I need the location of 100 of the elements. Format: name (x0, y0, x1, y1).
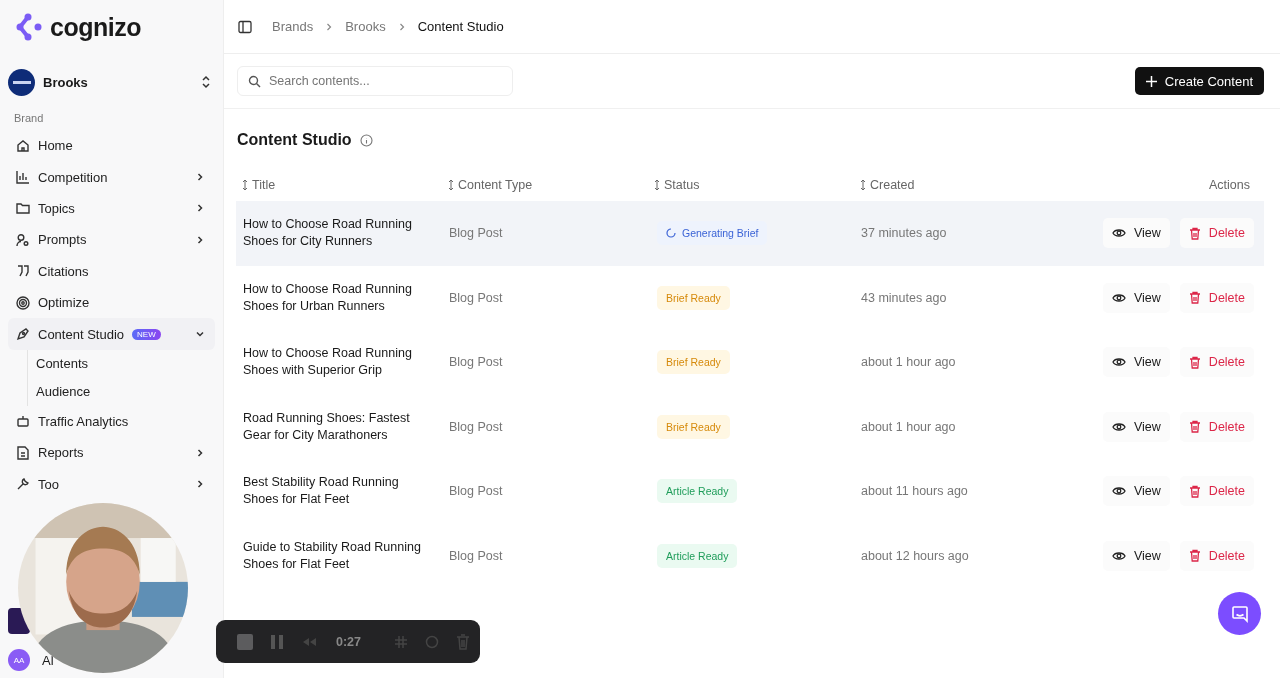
nav-subitem[interactable]: Audience (36, 377, 91, 406)
grid-icon[interactable] (394, 634, 409, 649)
nav-item[interactable]: Too (8, 468, 215, 500)
view-button[interactable]: View (1103, 218, 1170, 249)
created-time: about 1 hour ago (861, 419, 956, 434)
stop-icon[interactable] (237, 633, 253, 650)
nav-item[interactable]: Reports (8, 437, 215, 469)
table-row[interactable]: Best Stability Road Running Shoes for Flat Feet Blog Post Article Ready about 11 hours ago View Delete (236, 459, 1264, 524)
sort-icon (448, 179, 454, 191)
column-header[interactable]: Created (860, 178, 915, 192)
eye-icon (1112, 357, 1126, 368)
trash-icon (1188, 291, 1201, 305)
folder-icon (16, 201, 30, 216)
created-time: 37 minutes ago (861, 226, 947, 241)
nav-item[interactable]: Optimize (8, 286, 215, 319)
breadcrumb-item[interactable]: Brands (272, 19, 314, 34)
user-name: Al (42, 652, 54, 668)
chevron-updown-icon (201, 75, 211, 89)
search-icon (248, 75, 261, 88)
breadcrumb-item: Content Studio (417, 19, 504, 34)
new-badge: NEW (132, 328, 161, 340)
content-type: Blog Post (449, 290, 503, 305)
status-badge: Brief Ready (657, 285, 730, 310)
sidebar-toggle-icon[interactable] (238, 19, 252, 34)
table-row[interactable]: How to Choose Road Running Shoes for City Runners Blog Post Generating Brief 37 minutes ago View Delete (236, 201, 1264, 266)
chevron-icon (195, 479, 205, 490)
chevron-icon (325, 22, 334, 31)
trash-icon (1188, 420, 1201, 434)
trash-icon (1188, 549, 1201, 563)
nav-item[interactable]: Traffic Analytics (8, 405, 215, 438)
search-field[interactable]: Search contents... (237, 66, 513, 96)
delete-button[interactable]: Delete (1179, 540, 1254, 571)
brand-switcher[interactable]: Brooks (8, 66, 215, 98)
column-header: Actions (1209, 178, 1250, 192)
doc-icon (16, 445, 30, 460)
created-time: about 11 hours ago (861, 484, 968, 499)
breadcrumb-item[interactable]: Brooks (345, 19, 386, 34)
chat-icon (1230, 604, 1249, 623)
pause-icon[interactable] (270, 633, 284, 650)
table-row[interactable]: Road Running Shoes: Fastest Gear for City Marathoners Blog Post Brief Ready about 1 hour ago View Delete (236, 394, 1264, 459)
view-button[interactable]: View (1103, 282, 1170, 313)
info-icon[interactable] (359, 133, 373, 147)
eye-icon (1112, 486, 1126, 497)
delete-button[interactable]: Delete (1179, 347, 1254, 378)
view-button[interactable]: View (1103, 347, 1170, 378)
table-row[interactable]: Guide to Stability Road Running Shoes for Flat Feet Blog Post Article Ready about 12 hours ago View Delete (236, 523, 1264, 588)
trash-icon[interactable] (456, 633, 471, 650)
table-row[interactable]: How to Choose Road Running Shoes for Urban Runners Blog Post Brief Ready 43 minutes ago View Delete (236, 265, 1264, 330)
chat-button[interactable] (1218, 592, 1261, 635)
nav-item[interactable]: Competition (8, 161, 215, 193)
status-badge: Article Ready (657, 479, 738, 504)
nav-item[interactable]: Topics (8, 192, 215, 225)
content-title: Road Running Shoes: Fastest Gear for City Marathoners (243, 409, 411, 444)
table-row[interactable]: How to Choose Road Running Shoes with Superior Grip Blog Post Brief Ready about 1 hour ago View Delete (236, 330, 1264, 395)
pen-icon (16, 327, 30, 342)
nav-item[interactable]: Prompts (8, 224, 215, 256)
wrench-icon (16, 477, 30, 492)
trash-icon (1188, 355, 1201, 369)
delete-button[interactable]: Delete (1179, 411, 1254, 442)
status-badge: Brief Ready (657, 414, 730, 439)
user-avatar[interactable]: AA (8, 649, 30, 671)
sort-icon (242, 179, 248, 191)
content-title: How to Choose Road Running Shoes for City Runners (243, 216, 413, 251)
create-content-button[interactable]: Create Content (1134, 67, 1264, 95)
column-header[interactable]: Content Type (448, 178, 533, 192)
trash-icon (1188, 226, 1201, 240)
home-icon (16, 138, 30, 153)
sort-icon (860, 179, 866, 191)
content-title: Guide to Stability Road Running Shoes for Flat Feet (243, 538, 422, 573)
circle-icon[interactable] (425, 633, 440, 650)
eye-icon (1112, 228, 1126, 239)
page-title: Content Studio (237, 131, 352, 149)
delete-button[interactable]: Delete (1179, 476, 1254, 507)
column-header[interactable]: Title (242, 178, 276, 192)
status-badge: Article Ready (657, 543, 738, 568)
view-button[interactable]: View (1103, 540, 1170, 571)
nav-item[interactable]: Home (8, 130, 215, 162)
content-type: Blog Post (449, 484, 503, 499)
view-button[interactable]: View (1103, 476, 1170, 507)
robot-icon (16, 414, 30, 429)
content-title: How to Choose Road Running Shoes for Urban Runners (243, 280, 413, 315)
brand-logo (8, 68, 35, 96)
spinner-icon (666, 228, 676, 239)
view-button[interactable]: View (1103, 411, 1170, 442)
column-header[interactable]: Status (654, 178, 700, 192)
content-type: Blog Post (449, 355, 503, 370)
logo-icon (16, 13, 42, 41)
nav-subitem[interactable]: Contents (36, 349, 89, 378)
logo-text: cognizo (50, 12, 141, 42)
delete-button[interactable]: Delete (1179, 218, 1254, 249)
created-time: 43 minutes ago (861, 290, 947, 305)
chevron-icon (195, 203, 205, 214)
plus-icon (1145, 75, 1157, 87)
content-type: Blog Post (449, 548, 503, 563)
nav-item[interactable]: Content Studio NEW (8, 318, 215, 350)
content-title: How to Choose Road Running Shoes with Superior Grip (243, 345, 413, 380)
eye-icon (1112, 550, 1126, 561)
delete-button[interactable]: Delete (1179, 282, 1254, 313)
nav-item[interactable]: Citations (8, 255, 215, 287)
rewind-icon[interactable] (301, 636, 317, 647)
